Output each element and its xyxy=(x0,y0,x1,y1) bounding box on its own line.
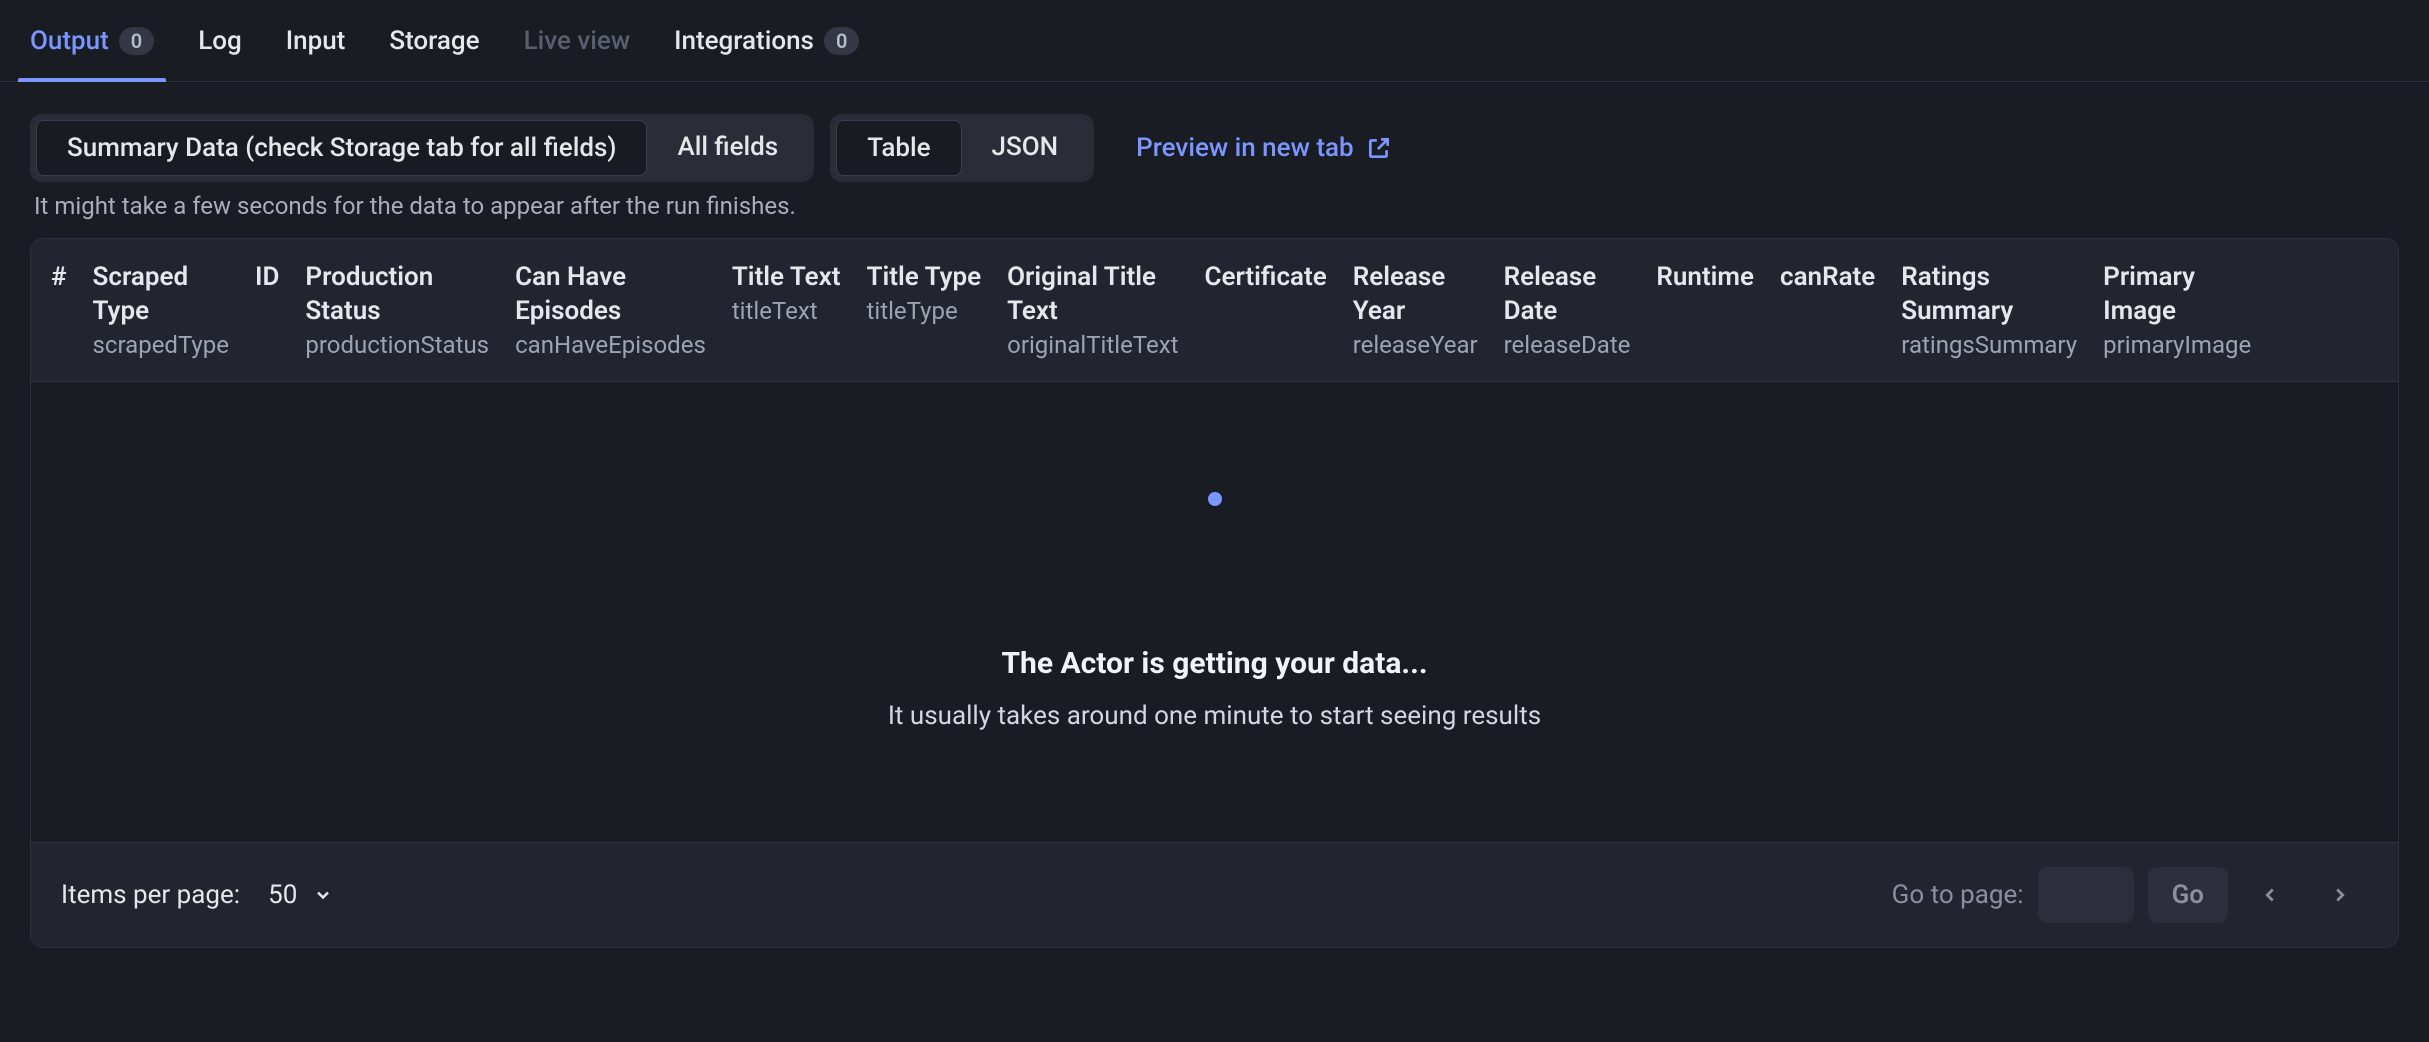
column-header-label: ReleaseDate xyxy=(1504,261,1631,329)
column-header-label: Title Type xyxy=(867,261,982,295)
column-header-key: titleText xyxy=(732,297,841,325)
items-per-page: Items per page: 50 xyxy=(61,880,333,910)
table-header-row: # ScrapedTypescrapedType ID ProductionStatu… xyxy=(31,239,2398,382)
format-json-button[interactable]: JSON xyxy=(962,120,1089,176)
preview-link-label: Preview in new tab xyxy=(1136,133,1354,163)
go-to-page-button[interactable]: Go xyxy=(2148,867,2228,923)
items-per-page-value: 50 xyxy=(268,880,297,910)
items-per-page-select[interactable]: 50 xyxy=(268,880,333,910)
tab-input[interactable]: Input xyxy=(286,0,346,81)
tab-output-badge: 0 xyxy=(119,27,154,55)
column-header-label: PrimaryImage xyxy=(2103,261,2251,329)
fields-segmented-control: Summary Data (check Storage tab for all … xyxy=(30,114,814,182)
table-body-loading: The Actor is getting your data... It usu… xyxy=(31,382,2398,842)
table-column-header[interactable]: ProductionStatusproductionStatus xyxy=(305,261,489,359)
column-header-label: Certificate xyxy=(1204,261,1326,295)
pagination-controls: Go to page: Go xyxy=(1892,867,2368,923)
tab-log[interactable]: Log xyxy=(198,0,242,81)
chevron-left-icon xyxy=(2259,884,2281,906)
output-table-panel: # ScrapedTypescrapedType ID ProductionStatu… xyxy=(30,238,2399,948)
table-column-header[interactable]: RatingsSummaryratingsSummary xyxy=(1901,261,2077,359)
column-header-label: ScrapedType xyxy=(93,261,229,329)
go-to-page-input[interactable] xyxy=(2038,867,2134,923)
column-header-label: Title Text xyxy=(732,261,841,295)
chevron-right-icon xyxy=(2329,884,2351,906)
table-column-header[interactable]: Title TexttitleText xyxy=(732,261,841,325)
table-column-header[interactable]: Original TitleTextoriginalTitleText xyxy=(1007,261,1178,359)
table-footer: Items per page: 50 Go to page: Go xyxy=(31,842,2398,947)
items-per-page-label: Items per page: xyxy=(61,880,240,910)
column-header-key: productionStatus xyxy=(305,331,489,359)
preview-new-tab-link[interactable]: Preview in new tab xyxy=(1136,133,1392,163)
fields-all-button[interactable]: All fields xyxy=(647,120,808,176)
tab-label: Output xyxy=(30,26,109,56)
tab-integrations-badge: 0 xyxy=(824,27,859,55)
table-column-header[interactable]: Can HaveEpisodescanHaveEpisodes xyxy=(515,261,706,359)
table-column-header[interactable]: ScrapedTypescrapedType xyxy=(93,261,229,359)
column-header-key: ratingsSummary xyxy=(1901,331,2077,359)
table-column-header[interactable]: Certificate xyxy=(1204,261,1326,295)
tab-integrations[interactable]: Integrations 0 xyxy=(674,0,859,81)
table-column-header[interactable]: ReleaseYearreleaseYear xyxy=(1353,261,1478,359)
column-header-label: Original TitleText xyxy=(1007,261,1178,329)
table-column-header[interactable]: Runtime xyxy=(1656,261,1754,295)
loading-spinner-icon xyxy=(1208,492,1222,506)
tab-label: Live view xyxy=(524,26,631,56)
column-header-label: canRate xyxy=(1780,261,1875,295)
column-header-key: originalTitleText xyxy=(1007,331,1178,359)
column-header-key: scrapedType xyxy=(93,331,229,359)
column-header-label: Can HaveEpisodes xyxy=(515,261,706,329)
next-page-button[interactable] xyxy=(2312,867,2368,923)
table-column-header[interactable]: ReleaseDatereleaseDate xyxy=(1504,261,1631,359)
tab-output[interactable]: Output 0 xyxy=(30,0,154,81)
column-header-key: canHaveEpisodes xyxy=(515,331,706,359)
tab-label: Integrations xyxy=(674,26,814,56)
column-header-key: releaseDate xyxy=(1504,331,1631,359)
column-header-label: Runtime xyxy=(1656,261,1754,295)
column-header-key: titleType xyxy=(867,297,982,325)
table-column-header[interactable]: # xyxy=(51,261,67,295)
format-segmented-control: Table JSON xyxy=(830,114,1094,182)
tab-label: Log xyxy=(198,26,242,56)
format-table-button[interactable]: Table xyxy=(836,120,961,176)
fields-summary-button[interactable]: Summary Data (check Storage tab for all … xyxy=(36,120,647,176)
column-header-label: ProductionStatus xyxy=(305,261,489,329)
main-tabs: Output 0 Log Input Storage Live view Int… xyxy=(0,0,2429,82)
output-toolbar: Summary Data (check Storage tab for all … xyxy=(0,82,2429,182)
table-column-header[interactable]: Title TypetitleType xyxy=(867,261,982,325)
tab-label: Input xyxy=(286,26,346,56)
go-to-page-label: Go to page: xyxy=(1892,880,2024,910)
table-column-header[interactable]: ID xyxy=(255,261,279,295)
column-header-label: ID xyxy=(255,261,279,295)
column-header-label: # xyxy=(51,261,67,295)
tab-storage[interactable]: Storage xyxy=(389,0,479,81)
column-header-key: primaryImage xyxy=(2103,331,2251,359)
tab-label: Storage xyxy=(389,26,479,56)
loading-sub-text: It usually takes around one minute to st… xyxy=(888,701,1541,731)
external-link-icon xyxy=(1366,135,1392,161)
column-header-label: ReleaseYear xyxy=(1353,261,1478,329)
loading-title-text: The Actor is getting your data... xyxy=(1001,646,1427,681)
table-column-header[interactable]: canRate xyxy=(1780,261,1875,295)
column-header-label: RatingsSummary xyxy=(1901,261,2077,329)
output-hint-text: It might take a few seconds for the data… xyxy=(0,182,2429,220)
column-header-key: releaseYear xyxy=(1353,331,1478,359)
tab-live-view[interactable]: Live view xyxy=(524,0,631,81)
prev-page-button[interactable] xyxy=(2242,867,2298,923)
table-column-header[interactable]: PrimaryImageprimaryImage xyxy=(2103,261,2251,359)
chevron-down-icon xyxy=(313,885,333,905)
